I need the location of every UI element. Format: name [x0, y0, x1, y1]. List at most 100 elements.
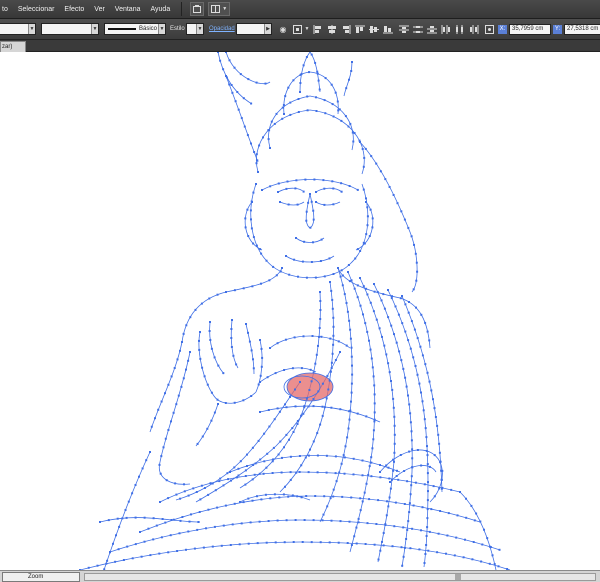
anchor-point — [436, 424, 439, 427]
anchor-point — [106, 559, 109, 562]
anchor-point — [239, 73, 242, 76]
anchor-point — [409, 547, 412, 550]
y-coordinate-field[interactable]: 27,5318 cm — [564, 24, 600, 35]
anchor-point — [393, 442, 396, 445]
horizontal-scrollbar[interactable] — [84, 573, 596, 581]
arrange-documents-button[interactable]: ▼ — [208, 2, 231, 16]
align-bottom-icon[interactable] — [383, 24, 393, 34]
brush-definition-field[interactable]: Básico ▼ — [104, 23, 166, 35]
chevron-down-icon[interactable]: ▼ — [302, 24, 312, 34]
distribute-horizontal-icon[interactable] — [455, 24, 465, 34]
anchor-point — [302, 412, 305, 415]
anchor-point — [352, 457, 355, 460]
anchor-point — [361, 500, 364, 503]
anchor-point — [399, 454, 402, 456]
scrollbar-thumb[interactable] — [455, 574, 461, 580]
anchor-point — [330, 289, 333, 292]
variable-width-field[interactable]: ▼ — [41, 23, 99, 35]
anchor-point — [222, 484, 225, 487]
vector-path — [283, 71, 339, 115]
anchor-point — [440, 478, 443, 481]
opacity-link[interactable]: Opacidad — [209, 26, 235, 32]
recolor-icon[interactable]: ◉ — [278, 24, 288, 34]
anchor-point — [312, 440, 315, 443]
anchor-point — [397, 478, 400, 481]
anchor-point — [250, 395, 253, 397]
anchor-point — [273, 418, 276, 421]
distribute-top-icon[interactable] — [399, 24, 409, 34]
anchor-point — [342, 454, 345, 457]
anchor-point — [428, 339, 431, 342]
vector-path — [79, 541, 511, 570]
menu-item-objeto[interactable]: to — [0, 6, 13, 13]
anchor-point — [325, 471, 328, 474]
menu-item-ver[interactable]: Ver — [89, 6, 110, 13]
anchor-point — [295, 237, 297, 239]
anchor-point — [155, 524, 158, 527]
anchor-point — [283, 113, 285, 115]
anchor-point — [379, 170, 382, 173]
anchor-point — [275, 112, 278, 115]
anchor-point — [408, 450, 411, 453]
anchor-point — [172, 518, 175, 521]
x-coordinate-field[interactable]: 35,7959 cm — [509, 24, 551, 35]
anchor-point — [348, 78, 350, 81]
anchor-point — [231, 91, 234, 94]
anchor-point — [272, 446, 275, 449]
anchor-point — [259, 248, 262, 251]
anchor-point — [421, 506, 424, 509]
anchor-point — [425, 436, 428, 439]
anchor-point — [386, 500, 388, 503]
anchor-point — [297, 98, 300, 100]
align-center-icon[interactable] — [327, 24, 337, 34]
anchor-point — [244, 475, 247, 477]
document-tab[interactable]: zar) — [0, 41, 26, 52]
vector-path — [195, 403, 219, 447]
anchor-point — [281, 106, 284, 109]
anchor-point — [284, 485, 286, 488]
anchor-point — [329, 337, 332, 340]
anchor-point — [388, 477, 391, 480]
graphic-style-swatch[interactable]: ▼ — [186, 23, 204, 35]
buddha-vector-artwork[interactable] — [0, 52, 600, 570]
align-middle-icon[interactable] — [369, 24, 379, 34]
distribute-right-icon[interactable] — [469, 24, 479, 34]
anchor-point — [423, 483, 426, 486]
align-top-icon[interactable] — [355, 24, 365, 34]
anchor-point — [472, 541, 475, 543]
anchor-point — [479, 520, 482, 523]
distribute-bottom-icon[interactable] — [427, 24, 437, 34]
anchor-point — [426, 508, 429, 511]
anchor-point — [403, 218, 406, 221]
anchor-point — [258, 472, 261, 475]
zoom-field[interactable]: Zoom — [2, 572, 80, 582]
anchor-point — [175, 493, 178, 496]
align-left-icon[interactable] — [313, 24, 323, 34]
bridge-button[interactable] — [190, 2, 205, 16]
anchor-point — [410, 430, 413, 433]
align-right-icon[interactable] — [341, 24, 351, 34]
artboard-canvas[interactable] — [0, 52, 600, 570]
bridge-icon — [193, 5, 202, 13]
opacity-field[interactable]: ▶ — [236, 23, 272, 35]
anchor-point — [131, 557, 134, 560]
distribute-left-icon[interactable] — [441, 24, 451, 34]
anchor-point — [400, 210, 403, 213]
distribute-center-icon[interactable] — [413, 24, 423, 34]
anchor-point — [281, 267, 283, 269]
anchor-point — [291, 367, 294, 370]
menu-item-ayuda[interactable]: Ayuda — [146, 6, 176, 13]
vector-path — [230, 319, 239, 369]
anchor-point — [240, 117, 243, 120]
anchor-point — [402, 555, 405, 558]
anchor-point — [422, 409, 425, 412]
reference-point-icon[interactable] — [484, 24, 494, 34]
menu-item-efecto[interactable]: Efecto — [59, 6, 89, 13]
anchor-point — [292, 79, 295, 82]
vector-paths — [79, 52, 511, 570]
align-to-icon[interactable] — [292, 24, 302, 34]
anchor-point — [331, 103, 334, 106]
stroke-weight-field[interactable]: ▼ — [0, 23, 36, 35]
menu-item-seleccionar[interactable]: Seleccionar — [13, 6, 60, 13]
menu-item-ventana[interactable]: Ventana — [110, 6, 146, 13]
